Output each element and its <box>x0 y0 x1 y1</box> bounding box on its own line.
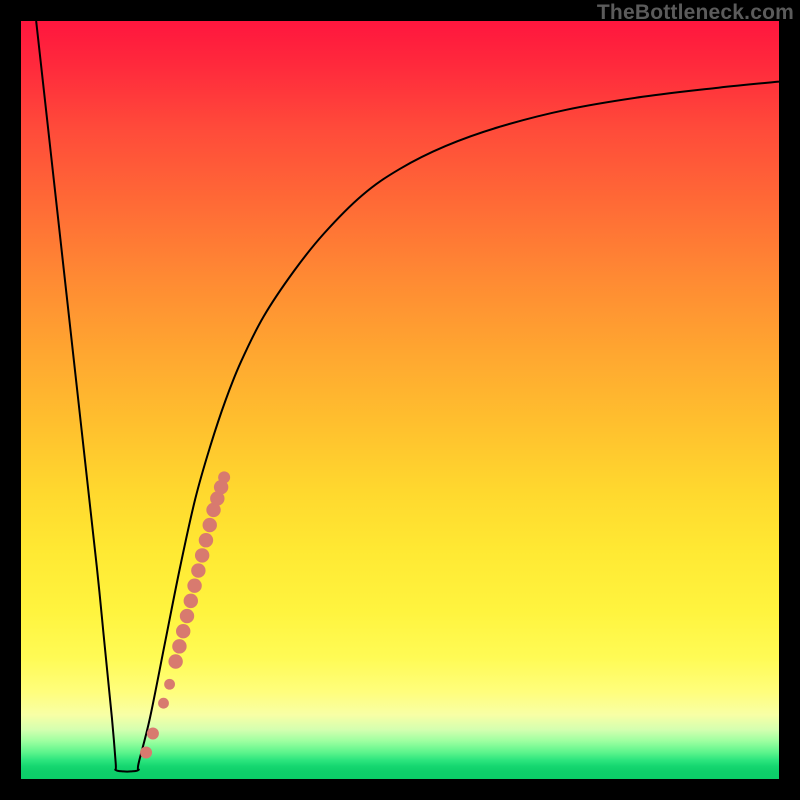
watermark-text: TheBottleneck.com <box>597 1 794 25</box>
chart-svg <box>21 21 779 779</box>
curve-path <box>36 21 779 772</box>
marker-dot <box>147 728 159 740</box>
chart-frame: TheBottleneck.com <box>0 0 800 800</box>
bottleneck-curve <box>36 21 779 772</box>
marker-dot <box>218 471 230 483</box>
marker-dot <box>140 746 152 758</box>
highlighted-markers <box>140 471 230 758</box>
marker-dot <box>199 533 213 547</box>
marker-dot <box>195 548 209 562</box>
marker-dot <box>203 518 217 532</box>
marker-dot <box>164 679 175 690</box>
marker-dot <box>184 594 198 608</box>
marker-dot <box>180 609 194 623</box>
marker-dot <box>176 624 190 638</box>
marker-dot <box>158 698 169 709</box>
marker-dot <box>191 563 205 577</box>
marker-dot <box>172 639 186 653</box>
marker-dot <box>187 579 201 593</box>
marker-dot <box>168 654 182 668</box>
